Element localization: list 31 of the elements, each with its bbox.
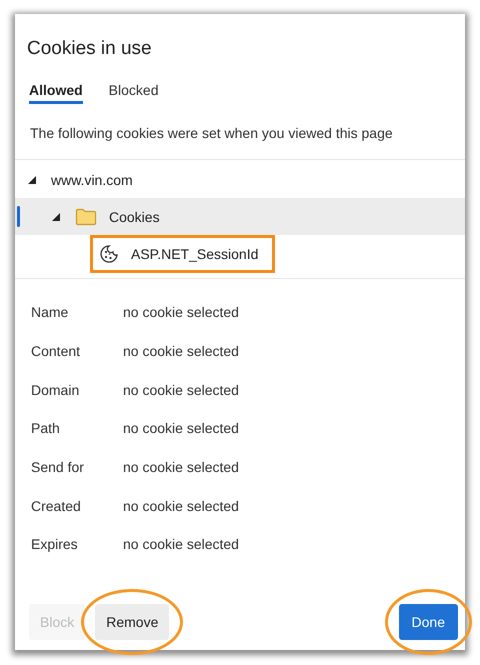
- tree-row[interactable]: Cookies: [15, 198, 465, 235]
- tab[interactable]: Allowed: [29, 82, 83, 104]
- expand-triangle-icon[interactable]: [51, 212, 61, 222]
- tree-item-label: www.vin.com: [51, 172, 133, 188]
- detail-value: no cookie selected: [123, 459, 239, 476]
- detail-label: Content: [31, 343, 82, 360]
- detail-label: Send for: [31, 459, 85, 476]
- tree-item-label: ASP.NET_SessionId: [131, 246, 258, 262]
- detail-label: Path: [31, 420, 61, 436]
- detail-label: Expires: [31, 536, 79, 552]
- detail-value: no cookie selected: [123, 498, 239, 514]
- detail-label: Created: [31, 498, 82, 514]
- detail-value: no cookie selected: [123, 382, 239, 398]
- action-button[interactable]: Remove: [95, 604, 170, 640]
- cookie-icon: [99, 244, 119, 264]
- detail-label: Domain: [31, 382, 80, 398]
- tree-item-label: Cookies: [109, 208, 160, 224]
- detail-value: no cookie selected: [123, 420, 239, 436]
- tree-row[interactable]: ASP.NET_SessionId: [15, 235, 465, 272]
- expand-triangle-icon[interactable]: [27, 174, 37, 184]
- selection-indicator: [17, 206, 20, 227]
- done-button[interactable]: Done: [398, 604, 458, 640]
- tab[interactable]: Blocked: [108, 82, 158, 104]
- detail-value: no cookie selected: [123, 304, 239, 320]
- tree-row[interactable]: www.vin.com: [15, 161, 465, 198]
- description-text: The following cookies were set when you viewed this page: [30, 125, 393, 141]
- detail-value: no cookie selected: [123, 536, 239, 552]
- dialog-title: Cookies in use: [27, 38, 152, 60]
- detail-label: Name: [31, 304, 70, 320]
- detail-value: no cookie selected: [123, 343, 239, 360]
- folder-icon: [75, 208, 97, 226]
